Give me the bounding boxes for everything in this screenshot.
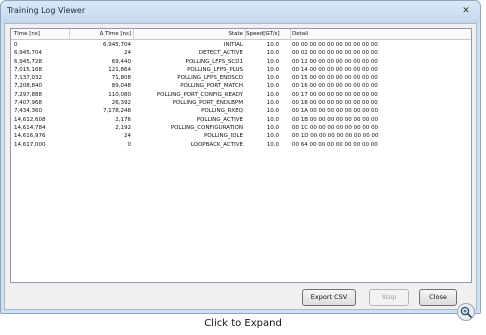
column-header-time[interactable]: Time [ns] xyxy=(14,31,74,37)
training-log-viewer-window: Training Log Viewer ✕ Time [ns] Δ Time [… xyxy=(0,0,481,314)
cell-time: 7,407,968 xyxy=(14,100,42,107)
cell-speed: 10.0 xyxy=(266,83,279,90)
cell-state: POLLING_LFPS_ENDSCD xyxy=(177,75,243,82)
cell-delta-time: 110,080 xyxy=(108,91,131,98)
cell-state: POLLING_PORT_CONFIG_READY xyxy=(156,91,243,98)
title-bar[interactable]: Training Log Viewer ✕ xyxy=(1,1,480,23)
cell-state: POLLING_ACTIVE xyxy=(196,116,243,123)
cell-detail: 00 16 00 00 00 00 00 00 00 00 xyxy=(292,83,378,90)
cell-time: 14,616,976 xyxy=(14,133,46,140)
cell-delta-time: 24 xyxy=(124,133,131,140)
column-header-delta-time[interactable]: Δ Time [ns] xyxy=(71,31,131,37)
window-client-area: Time [ns] Δ Time [ns] State Speed[GT/s] … xyxy=(4,23,477,310)
cell-speed: 10.0 xyxy=(266,58,279,65)
table-row[interactable]: 7,407,968 26,392 POLLING_PORT_ENDLBPM 10.0 0… xyxy=(11,100,471,108)
window-title: Training Log Viewer xyxy=(7,6,86,15)
cell-speed: 10.0 xyxy=(266,141,279,148)
cell-state: POLLING_PORT_MATCH xyxy=(180,83,243,90)
cell-speed: 10.0 xyxy=(266,50,279,57)
table-row[interactable]: 0 6,945,704 INITIAL 10.0 00 00 00 00 00 00 0… xyxy=(11,42,471,50)
column-header-detail[interactable]: Detail xyxy=(292,31,462,37)
cell-speed: 10.0 xyxy=(266,133,279,140)
cell-delta-time: 69,440 xyxy=(111,58,131,65)
cell-speed: 10.0 xyxy=(266,75,279,82)
cell-detail: 00 17 00 00 00 00 00 00 00 00 xyxy=(292,91,378,98)
table-header: Time [ns] Δ Time [ns] State Speed[GT/s] … xyxy=(11,29,471,40)
cell-time: 7,015,168 xyxy=(14,66,42,73)
cell-state: POLLING_IDLE xyxy=(204,133,243,140)
cell-time: 7,297,888 xyxy=(14,91,42,98)
column-divider[interactable] xyxy=(69,29,70,40)
stop-button[interactable]: Stop xyxy=(369,289,409,306)
table-row[interactable]: 14,617,000 0 LOOPBACK_ACTIVE 10.0 00 64 00 0… xyxy=(11,142,471,150)
table-row[interactable]: 6,945,704 24 DETECT_ACTIVE 10.0 00 02 00 00 … xyxy=(11,50,471,58)
export-csv-button[interactable]: Export CSV xyxy=(302,289,356,306)
cell-speed: 10.0 xyxy=(266,124,279,131)
cell-detail: 00 00 00 00 00 00 00 00 00 00 xyxy=(292,42,378,48)
cell-state: DETECT_ACTIVE xyxy=(198,50,243,57)
cell-delta-time: 2,192 xyxy=(115,124,131,131)
cell-time: 7,137,032 xyxy=(14,75,42,82)
cell-detail: 00 1B 00 00 00 00 00 00 00 00 xyxy=(292,116,378,123)
cell-state: POLLING_PORT_ENDLBPM xyxy=(172,100,243,107)
cell-time: 14,617,000 xyxy=(14,141,46,148)
table-row[interactable]: 6,945,728 69,440 POLLING_LFPS_SCD1 10.0 00 1… xyxy=(11,59,471,67)
cell-detail: 00 64 00 00 00 00 00 00 00 00 xyxy=(292,141,378,148)
cell-time: 7,208,840 xyxy=(14,83,42,90)
cell-speed: 10.0 xyxy=(266,116,279,123)
cell-detail: 00 15 00 00 00 00 00 00 00 00 xyxy=(292,75,378,82)
table-body: 0 6,945,704 INITIAL 10.0 00 00 00 00 00 00 0… xyxy=(11,42,471,150)
column-divider[interactable] xyxy=(290,29,291,40)
cell-detail: 00 18 00 00 00 00 00 00 00 00 xyxy=(292,100,378,107)
table-row[interactable]: 7,434,360 7,178,248 POLLING_RXEQ 10.0 00 1A … xyxy=(11,108,471,116)
cell-delta-time: 0 xyxy=(127,141,132,148)
cell-detail: 00 14 00 00 00 00 00 00 00 00 xyxy=(292,66,378,73)
cell-delta-time: 7,178,248 xyxy=(103,108,131,115)
cell-state: POLLING_LFPS_SCD1 xyxy=(185,58,243,65)
cell-state: POLLING_RXEQ xyxy=(201,108,243,115)
cell-delta-time: 6,945,704 xyxy=(103,42,131,48)
cell-speed: 10.0 xyxy=(266,108,279,115)
table-row[interactable]: 7,015,168 121,864 POLLING_LFPS_PLUS 10.0 00 … xyxy=(11,67,471,75)
cell-time: 0 xyxy=(14,42,18,48)
cell-detail: 00 1D 00 00 00 00 00 00 00 00 xyxy=(292,133,379,140)
cell-detail: 00 1A 00 00 00 00 00 00 00 00 xyxy=(292,108,378,115)
cell-state: POLLING_LFPS_PLUS xyxy=(187,66,243,73)
cell-speed: 10.0 xyxy=(266,66,279,73)
cell-state: LOOPBACK_ACTIVE xyxy=(190,141,243,148)
table-row[interactable]: 7,137,032 71,808 POLLING_LFPS_ENDSCD 10.0 00… xyxy=(11,75,471,83)
table-row[interactable]: 14,616,976 24 POLLING_IDLE 10.0 00 1D 00 00 … xyxy=(11,133,471,141)
close-icon[interactable]: ✕ xyxy=(458,5,474,18)
cell-delta-time: 26,392 xyxy=(111,100,131,107)
cell-state: INITIAL xyxy=(223,42,243,48)
cell-time: 6,945,704 xyxy=(14,50,42,57)
cell-delta-time: 121,864 xyxy=(108,66,131,73)
close-button[interactable]: Close xyxy=(419,289,457,306)
cell-time: 6,945,728 xyxy=(14,58,42,65)
cell-detail: 00 02 00 00 00 00 00 00 00 00 xyxy=(292,50,378,57)
cell-speed: 10.0 xyxy=(266,42,279,48)
cell-speed: 10.0 xyxy=(266,100,279,107)
cell-time: 14,614,784 xyxy=(14,124,46,131)
cell-delta-time: 2,176 xyxy=(115,116,131,123)
click-to-expand-caption[interactable]: Click to Expand xyxy=(0,318,486,329)
cell-detail: 00 12 00 00 00 00 00 00 00 00 xyxy=(292,58,378,65)
cell-time: 7,434,360 xyxy=(14,108,42,115)
cell-speed: 10.0 xyxy=(266,91,279,98)
table-row[interactable]: 7,208,840 89,048 POLLING_PORT_MATCH 10.0 00 … xyxy=(11,83,471,91)
log-table[interactable]: Time [ns] Δ Time [ns] State Speed[GT/s] … xyxy=(10,28,472,283)
cell-delta-time: 71,808 xyxy=(111,75,131,82)
cell-time: 14,612,608 xyxy=(14,116,46,123)
cell-delta-time: 24 xyxy=(124,50,131,57)
table-row[interactable]: 14,614,784 2,192 POLLING_CONFIGURATION 10.0… xyxy=(11,125,471,133)
cell-detail: 00 1C 00 00 00 00 00 00 00 00 xyxy=(292,124,379,131)
table-row[interactable]: 7,297,888 110,080 POLLING_PORT_CONFIG_READ… xyxy=(11,92,471,100)
column-header-state[interactable]: State xyxy=(131,31,243,37)
column-header-speed[interactable]: Speed[GT/s] xyxy=(246,31,280,37)
cell-state: POLLING_CONFIGURATION xyxy=(170,124,243,131)
cell-delta-time: 89,048 xyxy=(111,83,131,90)
table-row[interactable]: 14,612,608 2,176 POLLING_ACTIVE 10.0 00 1B 0… xyxy=(11,117,471,125)
